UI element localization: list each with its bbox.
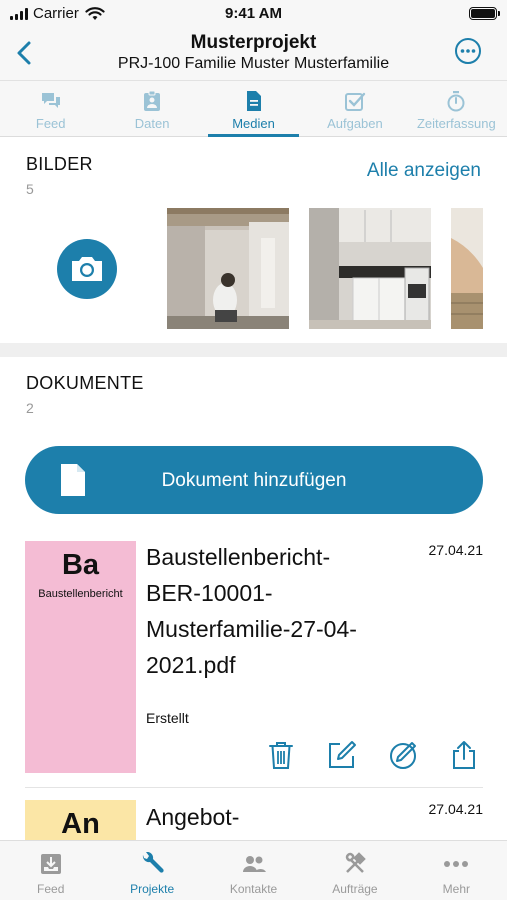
inbox-icon: [40, 854, 61, 874]
navigation-bar: Musterprojekt PRJ-100 Familie Muster Mus…: [0, 28, 507, 80]
battery-icon: [469, 7, 500, 20]
share-icon[interactable]: [449, 740, 479, 770]
documents-count: 2: [26, 400, 34, 416]
tab-label: Mehr: [442, 882, 470, 896]
page-title: Musterprojekt: [190, 32, 317, 53]
document-separator: [25, 787, 483, 788]
tools-icon: [345, 852, 366, 873]
photo-thumbnail[interactable]: [309, 208, 431, 329]
tab-label: Aufgaben: [327, 116, 383, 131]
bottom-tab-kontakte[interactable]: Kontakte: [203, 841, 304, 900]
more-options-icon[interactable]: [454, 37, 482, 65]
photo-thumbnail[interactable]: [167, 208, 289, 329]
checkbox-icon: [344, 92, 366, 111]
tab-daten[interactable]: Daten: [101, 81, 202, 136]
tab-label: Daten: [134, 116, 170, 131]
document-abbreviation: Ba: [61, 549, 100, 581]
tab-label: Projekte: [130, 882, 175, 896]
document-name-line: BER-10001-: [146, 580, 273, 606]
document-name-line: Baustellenbericht-: [146, 544, 331, 570]
tab-label: Medien: [232, 116, 275, 131]
stopwatch-icon: [447, 91, 465, 112]
document-name-line: Angebot-: [146, 804, 240, 830]
document-status: Erstellt: [146, 710, 189, 726]
add-document-button[interactable]: Dokument hinzufügen: [25, 446, 483, 514]
project-tabs: Feed Daten Medien Aufgaben Zeiterfassung: [0, 80, 507, 137]
tab-label: Aufträge: [332, 882, 378, 896]
camera-icon: [72, 257, 102, 281]
chat-icon: [41, 93, 60, 108]
back-chevron-icon[interactable]: [10, 36, 40, 70]
add-document-label: Dokument hinzufügen: [161, 470, 347, 491]
tab-zeiterfassung[interactable]: Zeiterfassung: [406, 81, 507, 136]
show-all-images-link[interactable]: Alle anzeigen: [367, 160, 481, 182]
tab-aufgaben[interactable]: Aufgaben: [304, 81, 405, 136]
page-subtitle: PRJ-100 Familie Muster Musterfamilie: [117, 55, 390, 72]
tab-label: Feed: [35, 116, 66, 131]
screen: Carrier 9:41 AM Musterprojekt PRJ-100 Fa…: [0, 0, 507, 900]
status-bar: Carrier 9:41 AM: [0, 0, 507, 28]
document-name-line: 2021.pdf: [146, 652, 236, 678]
tab-label: Kontakte: [229, 882, 278, 896]
edit-icon[interactable]: [327, 740, 357, 770]
photo-thumbnail[interactable]: [451, 208, 483, 329]
wrench-icon: [143, 852, 164, 873]
section-divider: [0, 343, 507, 357]
document-thumbnail[interactable]: Ba Baustellenbericht: [25, 541, 136, 773]
bottom-tab-bar: Feed Projekte Kontakte Aufträge Mehr: [0, 840, 507, 900]
people-icon: [242, 856, 266, 872]
images-count: 5: [26, 181, 34, 197]
document-type-label: Baustellenbericht: [38, 588, 123, 600]
document-date: 27.04.21: [428, 542, 484, 558]
status-time: 9:41 AM: [225, 5, 282, 22]
tab-feed[interactable]: Feed: [0, 81, 101, 136]
documents-section-title: DOKUMENTE: [26, 373, 144, 393]
document-name[interactable]: Baustellenbericht- BER-10001- Musterfami…: [146, 539, 416, 683]
document-date: 27.04.21: [428, 801, 484, 817]
add-photo-button[interactable]: [57, 239, 117, 299]
document-name-line: Musterfamilie-27-04-: [146, 616, 357, 642]
images-section-title: BILDER: [26, 154, 93, 174]
document-name[interactable]: Angebot-: [146, 799, 416, 835]
clipboard-icon: [144, 90, 161, 111]
bottom-tab-feed[interactable]: Feed: [0, 841, 101, 900]
trash-icon[interactable]: [266, 740, 296, 770]
bottom-tab-projekte[interactable]: Projekte: [101, 841, 202, 900]
sign-icon[interactable]: [388, 740, 418, 770]
tab-label: Zeiterfassung: [416, 116, 496, 131]
tab-label: Feed: [37, 882, 65, 896]
more-dots-icon: [444, 861, 469, 867]
bottom-tab-mehr[interactable]: Mehr: [406, 841, 507, 900]
bottom-tab-auftraege[interactable]: Aufträge: [304, 841, 405, 900]
tab-medien[interactable]: Medien: [203, 81, 304, 137]
document-icon: [246, 91, 261, 111]
document-abbreviation: An: [61, 808, 100, 840]
